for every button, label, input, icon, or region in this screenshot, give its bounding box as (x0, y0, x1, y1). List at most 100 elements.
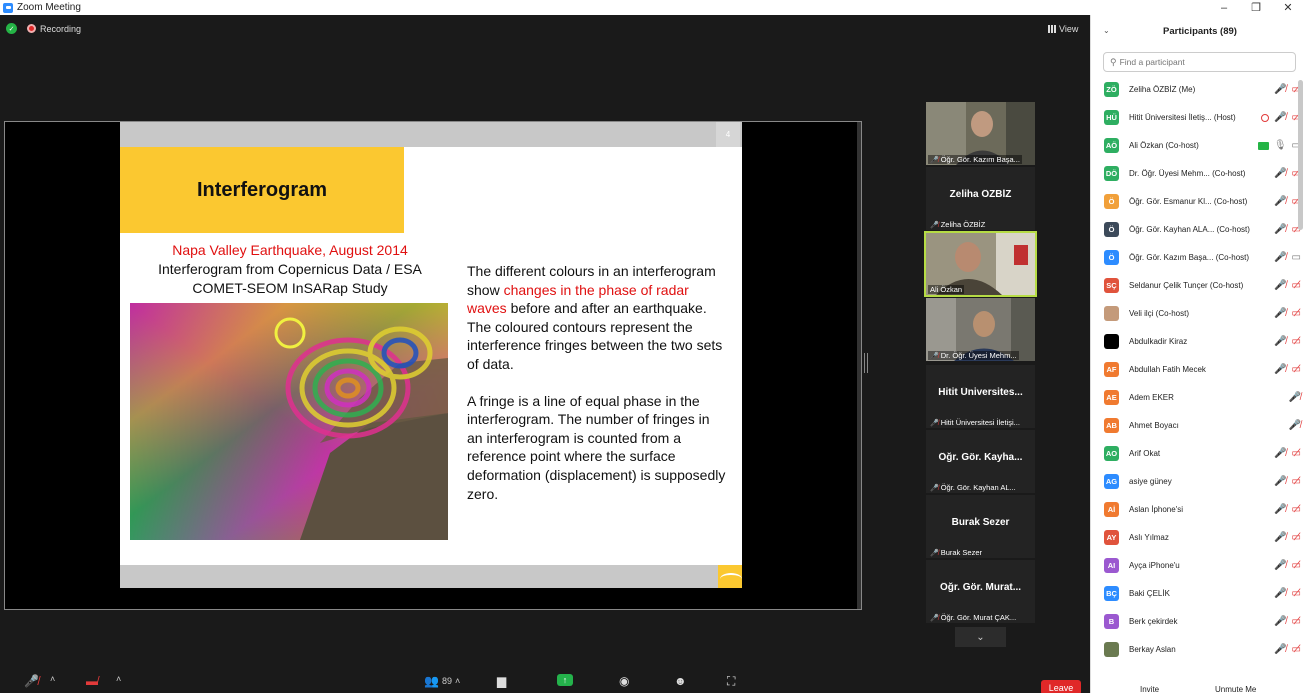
unmute-me-button[interactable]: Unmute Me (1215, 683, 1256, 693)
participant-row[interactable]: AÖ Ali Özkan (Co-host) 🎙 ▭ (1091, 132, 1301, 160)
recording-indicator[interactable]: Recording (27, 24, 81, 34)
participant-status-icons: 🎤̸ ▭̸ (1274, 336, 1301, 347)
participant-name: Ayça iPhone'u (1129, 561, 1180, 570)
grid-icon (1048, 25, 1056, 33)
participant-avatar: HÜ (1104, 110, 1119, 125)
participant-status-icons: 🎤̸ ▭̸ (1274, 280, 1301, 291)
tile-name-text: Burak Sezer (940, 548, 982, 557)
restore-button[interactable]: ❐ (1240, 0, 1272, 15)
invite-button[interactable]: Invite (1140, 683, 1159, 693)
participant-row[interactable]: Ö Öğr. Gör. Kazım Başa... (Co-host) 🎤̸ ▭ (1091, 244, 1301, 272)
participant-list-scrollbar[interactable] (1298, 80, 1303, 230)
view-button[interactable]: View (1048, 24, 1078, 34)
participant-name: Hitit Üniversitesi İletiş... (Host) (1129, 113, 1236, 122)
participant-avatar: Ö (1104, 194, 1119, 209)
participant-avatar: AE (1104, 390, 1119, 405)
participant-row[interactable]: AB Ahmet Boyacı 🎤̸ (1091, 412, 1301, 440)
muted-mic-icon: 🎤̸ (930, 549, 939, 557)
video-tile[interactable]: 🎤̸ Dr. Öğr. Üyesi Mehm... (926, 298, 1035, 361)
participant-row[interactable]: Berkay Aslan 🎤̸ ▭̸ (1091, 636, 1301, 664)
reactions-button[interactable]: ☻ (674, 674, 687, 688)
muted-mic-icon: 🎤̸ (930, 352, 939, 360)
participant-avatar: AY (1104, 530, 1119, 545)
muted-mic-icon: 🎤̸ (930, 484, 939, 492)
video-tile[interactable]: Zeliha ÖZBİZ 🎤̸ Zeliha ÖZBİZ (926, 167, 1035, 230)
start-video-button[interactable]: ▬̸ (86, 674, 98, 688)
close-button[interactable]: ✕ (1272, 0, 1304, 15)
screen-share-icon (1257, 141, 1269, 150)
tile-name-label: 🎤̸ Öğr. Gör. Kazım Başa... (928, 155, 1022, 164)
participants-button[interactable]: 👥 89 ˄ (424, 674, 460, 688)
participant-name: Öğr. Gör. Kayhan ALA... (Co-host) (1129, 225, 1250, 234)
participant-search-input[interactable] (1119, 57, 1280, 67)
video-tile[interactable]: 🎤̸ Öğr. Gör. Kazım Başa... (926, 102, 1035, 165)
participant-row[interactable]: AF Abdullah Fatih Mecek 🎤̸ ▭̸ (1091, 356, 1301, 384)
tile-name-text: Öğr. Gör. Murat ÇAK... (940, 613, 1017, 622)
muted-mic-icon: 🎤̸ (1288, 420, 1301, 431)
participant-row[interactable]: HÜ Hitit Üniversitesi İletiş... (Host) 🎤̸ ▭… (1091, 104, 1301, 132)
participant-row[interactable]: B Berk çekirdek 🎤̸ ▭̸ (1091, 608, 1301, 636)
participant-name: asiye güney (1129, 477, 1172, 486)
participants-panel-title: Participants (89) (1163, 25, 1237, 37)
tile-name-label: 🎤̸ Hitit Üniversitesi İletişi... (928, 418, 1022, 427)
participant-status-icons: 🎤̸ ▭̸ (1274, 84, 1301, 95)
participant-row[interactable]: Abdulkadir Kiraz 🎤̸ ▭̸ (1091, 328, 1301, 356)
video-options-button[interactable]: ˄ (116, 674, 121, 684)
video-tile[interactable]: Öğr. Gör. Murat... 🎤̸ Öğr. Gör. Murat ÇAK… (926, 560, 1035, 623)
window-title: Zoom Meeting (17, 2, 81, 13)
slide-page-number: 4 (716, 122, 740, 147)
participant-status-icons: 🎤̸ (1289, 420, 1301, 431)
participant-status-icons: 🎤̸ ▭̸ (1261, 112, 1301, 123)
participant-avatar: Aİ (1104, 502, 1119, 517)
video-tile[interactable]: Burak Sezer 🎤̸ Burak Sezer (926, 495, 1035, 558)
participant-row[interactable]: AY Aslı Yılmaz 🎤̸ ▭̸ (1091, 524, 1301, 552)
participant-row[interactable]: AO Arif Okat 🎤̸ ▭̸ (1091, 440, 1301, 468)
scroll-video-strip-down-button[interactable]: ⌄ (955, 627, 1006, 647)
slide-paragraph-1: The different colours in an interferogra… (467, 262, 727, 374)
participant-row[interactable]: SÇ Seldanur Çelik Tunçer (Co-host) 🎤̸ ▭̸ (1091, 272, 1301, 300)
audio-options-button[interactable]: ˄ (50, 674, 55, 684)
participant-status-icons: 🎙 ▭ (1257, 140, 1301, 151)
participant-row[interactable]: Ö Öğr. Gör. Kayhan ALA... (Co-host) 🎤̸ ▭̸ (1091, 216, 1301, 244)
interferogram-graphic (130, 303, 448, 540)
video-tile[interactable]: Öğr. Gör. Kayha... 🎤̸ Öğr. Gör. Kayhan AL… (926, 430, 1035, 493)
participants-icon: 👥 (424, 674, 439, 688)
participant-status-icons: 🎤̸ ▭̸ (1274, 588, 1301, 599)
share-screen-button[interactable]: ↑ (557, 674, 573, 686)
leave-button[interactable]: Leave (1041, 680, 1081, 693)
slide-title-box: Interferogram (120, 147, 404, 233)
participant-search[interactable]: ⚲ (1103, 52, 1296, 72)
record-button[interactable]: ◉ (619, 674, 629, 688)
chat-button[interactable]: ▆ (497, 674, 506, 688)
encryption-shield-icon[interactable]: ✓ (6, 23, 17, 34)
participant-avatar: AF (1104, 362, 1119, 377)
participant-row[interactable]: AI Ayça iPhone'u 🎤̸ ▭̸ (1091, 552, 1301, 580)
participant-row[interactable]: Aİ Aslan İphone'si 🎤̸ ▭̸ (1091, 496, 1301, 524)
participant-row[interactable]: Ö Öğr. Gör. Esmanur Kl... (Co-host) 🎤̸ ▭̸ (1091, 188, 1301, 216)
slide-title: Interferogram (196, 178, 328, 201)
video-tile[interactable]: Hitit Üniversites... 🎤̸ Hitit Üniversites… (926, 365, 1035, 428)
split-resize-handle[interactable] (864, 353, 868, 373)
participant-row[interactable]: DÖ Dr. Öğr. Üyesi Mehm... (Co-host) 🎤̸ ▭̸ (1091, 160, 1301, 188)
muted-mic-icon: 🎤̸ (1274, 336, 1287, 347)
participant-row[interactable]: AE Adem EKER 🎤̸ (1091, 384, 1301, 412)
caption-line-2: Interferogram from Copernicus Data / ESA (158, 261, 422, 277)
fullscreen-button[interactable]: ⛶ (727, 674, 735, 689)
video-off-icon: ▭̸ (1291, 280, 1301, 291)
participant-row[interactable]: Veli ilçi (Co-host) 🎤̸ ▭̸ (1091, 300, 1301, 328)
unmute-button[interactable]: 🎤̸ (24, 674, 39, 688)
participant-name: Ahmet Boyacı (1129, 421, 1179, 430)
participant-row[interactable]: AG asiye güney 🎤̸ ▭̸ (1091, 468, 1301, 496)
video-off-icon: ▭̸ (1291, 448, 1301, 459)
tile-name-label: Ali Özkan (928, 285, 965, 294)
tile-name-label: 🎤̸ Burak Sezer (928, 548, 984, 557)
participant-row[interactable]: BÇ Baki ÇELİK 🎤̸ ▭̸ (1091, 580, 1301, 608)
record-icon: ◉ (619, 674, 630, 688)
participant-avatar: BÇ (1104, 586, 1119, 601)
participant-row[interactable]: ZÖ Zeliha ÖZBİZ (Me) 🎤̸ ▭̸ (1091, 76, 1301, 104)
minimize-button[interactable]: – (1208, 0, 1240, 15)
participants-panel-footer: Invite Unmute Me (1091, 683, 1308, 693)
participant-avatar: Ö (1104, 222, 1119, 237)
shared-screen[interactable]: 4 Interferogram Napa Valley Earthquake, … (4, 121, 862, 610)
active-speaker-tile[interactable]: Ali Özkan (924, 231, 1037, 297)
